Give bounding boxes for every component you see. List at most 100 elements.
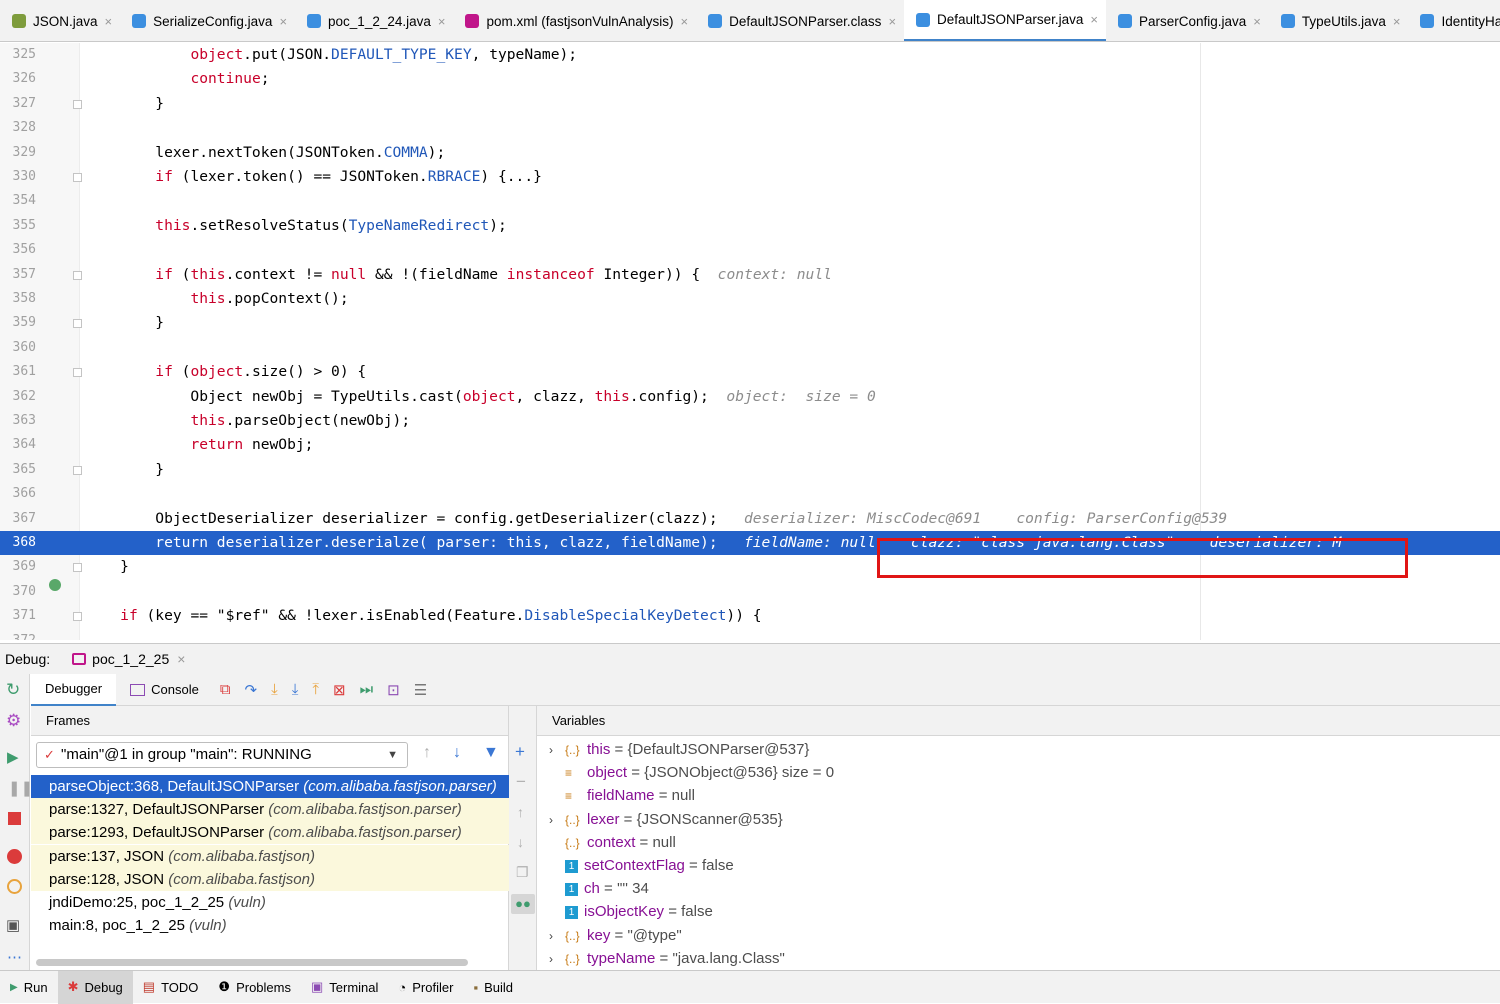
code-line[interactable]: 370 xyxy=(0,580,1500,604)
stack-frame[interactable]: parse:1293, DefaultJSONParser (com.aliba… xyxy=(31,821,509,845)
code-line[interactable]: 366 xyxy=(0,482,1500,506)
variable-row[interactable]: › {..} typeName = "java.lang.Class" xyxy=(537,947,785,970)
expand-chevron-icon[interactable]: › xyxy=(537,809,565,832)
layout-icon[interactable]: ⧉ xyxy=(220,681,231,698)
fold-marker-icon[interactable] xyxy=(73,563,82,573)
code-line[interactable]: 330 if (lexer.token() == JSONToken.RBRAC… xyxy=(0,165,1500,189)
terminal-tool-button[interactable]: ▣ Terminal xyxy=(301,971,388,1004)
editor-tab[interactable]: SerializeConfig.java × xyxy=(120,0,295,41)
run-to-cursor-icon[interactable]: ⏭ xyxy=(360,681,374,698)
variable-row[interactable]: › {..} this = {DefaultJSONParser@537} xyxy=(537,738,809,761)
variable-row[interactable]: › {..} key = "@type" xyxy=(537,924,682,947)
settings-gear-icon[interactable]: ⚙ xyxy=(6,711,21,731)
code-line[interactable]: 364 return newObj; xyxy=(0,433,1500,457)
code-line[interactable]: 325 object.put(JSON.DEFAULT_TYPE_KEY, ty… xyxy=(0,43,1500,67)
pause-icon[interactable]: ❚❚ xyxy=(8,779,33,797)
variable-row[interactable]: ≡ object = {JSONObject@536} size = 0 xyxy=(537,761,834,784)
code-line[interactable]: 354 xyxy=(0,189,1500,213)
code-line[interactable]: 327 } xyxy=(0,92,1500,116)
frame-down-icon[interactable]: ↓ xyxy=(453,744,461,762)
fold-marker-icon[interactable] xyxy=(73,612,82,622)
close-icon[interactable]: × xyxy=(888,14,896,29)
variable-row[interactable]: 1 ch = '"' 34 xyxy=(537,877,649,900)
close-icon[interactable]: × xyxy=(1090,12,1098,27)
close-icon[interactable]: × xyxy=(1393,14,1401,29)
thread-selector[interactable]: ✓ "main"@1 in group "main": RUNNING ▼ xyxy=(36,742,408,768)
fold-marker-icon[interactable] xyxy=(73,319,82,329)
code-line[interactable]: 367 ObjectDeserializer deserializer = co… xyxy=(0,507,1500,531)
frames-horizontal-scrollbar[interactable] xyxy=(36,959,468,966)
stack-frame[interactable]: parse:1327, DefaultJSONParser (com.aliba… xyxy=(31,798,509,822)
step-out-icon[interactable]: ⤒ xyxy=(312,681,319,698)
code-line[interactable]: 328 xyxy=(0,116,1500,140)
editor-tab[interactable]: DefaultJSONParser.java × xyxy=(904,0,1106,41)
trace-icon[interactable]: ☰ xyxy=(414,681,427,699)
variable-row[interactable]: › {..} lexer = {JSONScanner@535} xyxy=(537,808,783,831)
editor-tab[interactable]: JSON.java × xyxy=(0,0,120,41)
code-line[interactable]: 360 xyxy=(0,336,1500,360)
remove-watch-icon[interactable]: − xyxy=(516,772,526,792)
editor-tab[interactable]: pom.xml (fastjsonVulnAnalysis) × xyxy=(453,0,696,41)
code-line[interactable]: 362 Object newObj = TypeUtils.cast(objec… xyxy=(0,385,1500,409)
fold-marker-icon[interactable] xyxy=(73,465,82,475)
code-line[interactable]: 329 lexer.nextToken(JSONToken.COMMA); xyxy=(0,141,1500,165)
glasses-icon[interactable]: ●● xyxy=(511,894,535,914)
editor-tab[interactable]: poc_1_2_24.java × xyxy=(295,0,453,41)
evaluate-expression-icon[interactable]: ⊡ xyxy=(387,681,400,699)
code-line[interactable]: 356 xyxy=(0,238,1500,262)
code-line[interactable]: 363 this.parseObject(newObj); xyxy=(0,409,1500,433)
stack-frame[interactable]: parseObject:368, DefaultJSONParser (com.… xyxy=(31,775,509,798)
step-into-icon[interactable]: ⤓ xyxy=(271,681,278,698)
step-over-icon[interactable]: ↷ xyxy=(245,681,258,699)
move-up-icon[interactable]: ↑ xyxy=(517,804,524,820)
tab-debugger[interactable]: Debugger xyxy=(31,673,117,706)
code-line[interactable]: 355 this.setResolveStatus(TypeNameRedire… xyxy=(0,214,1500,238)
resume-icon[interactable]: ▶ xyxy=(7,748,19,766)
editor-tab[interactable]: IdentityHas xyxy=(1408,0,1500,41)
code-line[interactable]: 359 } xyxy=(0,311,1500,335)
expand-chevron-icon[interactable]: › xyxy=(537,739,565,762)
rerun-icon[interactable]: ↻ xyxy=(6,680,20,700)
code-line[interactable]: 357 if (this.context != null && !(fieldN… xyxy=(0,263,1500,287)
problems-tool-button[interactable]: ❶ Problems xyxy=(208,971,301,1004)
stack-frame[interactable]: jndiDemo:25, poc_1_2_25 (vuln) xyxy=(31,891,509,914)
force-step-into-icon[interactable]: ⤓ xyxy=(292,681,299,698)
code-line[interactable]: 371 if (key == "$ref" && !lexer.isEnable… xyxy=(0,604,1500,628)
close-icon[interactable]: × xyxy=(681,14,689,29)
fold-marker-icon[interactable] xyxy=(73,368,82,378)
drop-frame-icon[interactable]: ⊠ xyxy=(333,681,346,699)
close-icon[interactable]: × xyxy=(279,14,287,29)
stack-frame[interactable]: main:8, poc_1_2_25 (vuln) xyxy=(31,914,509,937)
profiler-tool-button[interactable]: ◔ Profiler xyxy=(388,971,463,1004)
camera-icon[interactable]: ▣ xyxy=(6,916,20,934)
variable-row[interactable]: 1 setContextFlag = false xyxy=(537,854,734,877)
variable-row[interactable]: {..} context = null xyxy=(537,831,676,854)
expand-chevron-icon[interactable]: › xyxy=(537,925,565,948)
close-icon[interactable]: × xyxy=(105,14,113,29)
more-icon[interactable]: ⋯ xyxy=(7,948,22,966)
close-icon[interactable]: × xyxy=(177,651,185,667)
view-breakpoints-icon[interactable] xyxy=(7,849,22,864)
add-watch-icon[interactable]: + xyxy=(515,742,525,762)
frame-up-icon[interactable]: ↑ xyxy=(423,744,431,762)
build-tool-button[interactable]: ▪ Build xyxy=(463,971,523,1004)
todo-tool-button[interactable]: ▤ TODO xyxy=(133,971,209,1004)
code-line[interactable]: 365 } xyxy=(0,458,1500,482)
stop-icon[interactable] xyxy=(8,812,21,825)
fold-marker-icon[interactable] xyxy=(73,99,82,109)
variable-row[interactable]: 1 isObjectKey = false xyxy=(537,900,713,923)
code-line[interactable]: 372 xyxy=(0,629,1500,640)
debug-tool-button[interactable]: ✱ Debug xyxy=(57,970,133,1004)
breakpoint-verified-icon[interactable] xyxy=(49,579,61,591)
tab-console[interactable]: Console xyxy=(116,674,213,706)
code-line[interactable]: 361 if (object.size() > 0) { xyxy=(0,360,1500,384)
variable-row[interactable]: ≡ fieldName = null xyxy=(537,784,695,807)
fold-marker-icon[interactable] xyxy=(73,270,82,280)
code-line[interactable]: 326 continue; xyxy=(0,67,1500,91)
move-down-icon[interactable]: ↓ xyxy=(517,834,524,850)
close-icon[interactable]: × xyxy=(1253,14,1261,29)
editor-tab[interactable]: TypeUtils.java × xyxy=(1269,0,1409,41)
copy-icon[interactable]: ❐ xyxy=(516,864,529,881)
run-tool-button[interactable]: ▶ Run xyxy=(0,971,58,1004)
editor-tab[interactable]: DefaultJSONParser.class × xyxy=(696,0,904,41)
